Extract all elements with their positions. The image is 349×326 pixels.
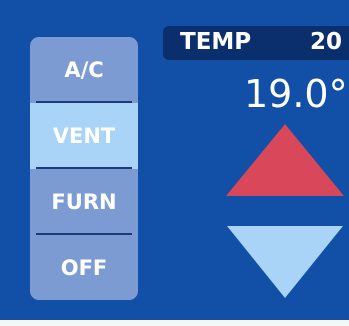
mode-button-off[interactable]: OFF bbox=[30, 235, 138, 300]
mode-button-off-label: OFF bbox=[60, 255, 108, 280]
temp-header-label: TEMP bbox=[180, 29, 252, 55]
mode-selector: A/C VENT FURN OFF bbox=[30, 37, 138, 300]
mode-button-ac[interactable]: A/C bbox=[30, 37, 138, 103]
mode-button-vent-label: VENT bbox=[52, 124, 116, 148]
triangle-down-icon[interactable] bbox=[227, 226, 343, 298]
temp-setpoint-value: 20 bbox=[310, 29, 343, 55]
bezel-edge bbox=[0, 320, 349, 326]
triangle-up-icon[interactable] bbox=[226, 124, 344, 196]
mode-button-furn-label: FURN bbox=[51, 190, 117, 214]
mode-button-furn[interactable]: FURN bbox=[30, 169, 138, 235]
mode-button-ac-label: A/C bbox=[64, 58, 104, 82]
thermostat-screen: A/C VENT FURN OFF TEMP 20 19.0° bbox=[0, 0, 349, 320]
mode-button-vent[interactable]: VENT bbox=[30, 103, 138, 169]
current-temperature: 19.0° bbox=[244, 72, 348, 116]
